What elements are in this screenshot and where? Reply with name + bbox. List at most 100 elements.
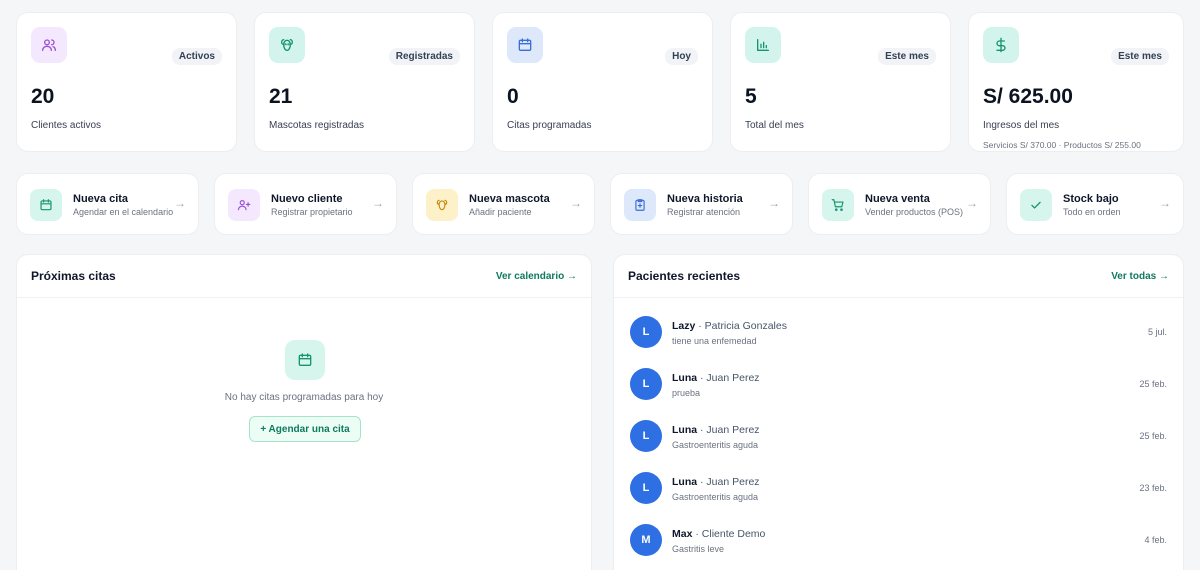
avatar: L [630,368,662,400]
user-plus-icon [228,189,260,221]
stat-label: Mascotas registradas [269,120,365,131]
status-badge: Este mes [878,48,936,65]
status-badge: Activos [171,48,222,65]
calendar-icon [30,189,62,221]
avatar: M [630,524,662,556]
pet-name: Luna [672,424,698,436]
action-title: Nueva venta [865,192,930,205]
stat-card-income: Este mes S/ 625.00 Ingresos del mes Serv… [968,12,1184,152]
action-description: Registrar propietario [271,206,353,217]
action-title: Nuevo cliente [271,192,343,205]
income-breakdown: Servicios S/ 370.00 · Productos S/ 255.0… [983,140,1141,150]
stat-card-appointments: Hoy 0 Citas programadas [492,12,713,152]
pet-name: Lazy [672,320,696,332]
action-description: Todo en orden [1063,206,1121,217]
recent-patients-panel: Pacientes recientes Ver todas → L Lazy ·… [613,254,1184,570]
schedule-appointment-button[interactable]: + Agendar una cita [249,416,361,442]
stat-value: 20 [31,85,55,108]
owner-name: · Patricia Gonzales [698,320,787,332]
users-icon [31,27,67,63]
list-item[interactable]: L Luna · Juan Perez prueba 25 feb. [614,364,1183,404]
arrow-right-icon: → [1159,196,1171,210]
patient-name-line: Luna · Juan Perez [672,476,760,488]
empty-state-text: No hay citas programadas para hoy [224,392,384,403]
patient-note: Gastritis leve [672,544,725,554]
list-item[interactable]: M Max · Cliente Demo Gastritis leve 4 fe… [614,520,1183,560]
patient-date: 23 feb. [1139,483,1167,493]
new-pet-button[interactable]: Nueva mascota Añadir paciente → [412,173,595,235]
calendar-icon [285,340,325,380]
avatar: L [630,472,662,504]
avatar: L [630,420,662,452]
pet-name: Max [672,528,693,540]
pet-name: Luna [672,476,698,488]
patient-name-line: Lazy · Patricia Gonzales [672,320,787,332]
low-stock-button[interactable]: Stock bajo Todo en orden → [1006,173,1184,235]
new-appointment-button[interactable]: Nueva cita Agendar en el calendario → [16,173,199,235]
view-all-link[interactable]: Ver todas → [1111,271,1169,282]
owner-name: · Juan Perez [700,424,760,436]
arrow-right-icon: → [768,196,780,210]
patient-date: 25 feb. [1139,379,1167,389]
action-title: Nueva mascota [469,192,550,205]
arrow-right-icon: → [570,196,582,210]
patient-note: Gastroenteritis aguda [672,440,759,450]
new-history-button[interactable]: Nueva historia Registrar atención → [610,173,793,235]
dollar-icon [983,27,1019,63]
patient-note: tiene una enfemedad [672,336,757,346]
stat-value: 0 [507,85,519,108]
patient-date: 5 jul. [1147,327,1167,337]
list-item[interactable]: L Luna · Juan Perez Gastroenteritis agud… [614,468,1183,508]
arrow-right-icon: → [174,196,186,210]
action-title: Stock bajo [1063,192,1119,205]
patient-name-line: Max · Cliente Demo [672,528,765,540]
patient-note: prueba [672,388,701,398]
panel-title: Pacientes recientes [628,269,741,283]
upcoming-appointments-panel: Próximas citas Ver calendario → No hay c… [16,254,592,570]
owner-name: · Juan Perez [700,476,760,488]
paw-icon [426,189,458,221]
list-item[interactable]: L Luna · Juan Perez Gastroenteritis agud… [614,416,1183,456]
new-sale-button[interactable]: Nueva venta Vender productos (POS) → [808,173,991,235]
stat-card-clients: Activos 20 Clientes activos [16,12,237,152]
status-badge: Este mes [1111,48,1169,65]
new-client-button[interactable]: Nuevo cliente Registrar propietario → [214,173,397,235]
stat-label: Clientes activos [31,120,102,131]
stat-value: 5 [745,85,757,108]
status-badge: Hoy [665,48,698,65]
arrow-right-icon: → [966,196,978,210]
action-description: Vender productos (POS) [865,206,964,217]
stat-card-pets: Registradas 21 Mascotas registradas [254,12,475,152]
action-description: Agendar en el calendario [73,206,174,217]
view-calendar-link[interactable]: Ver calendario → [496,271,577,282]
paw-icon [269,27,305,63]
calendar-icon [507,27,543,63]
pet-name: Luna [672,372,698,384]
owner-name: · Cliente Demo [695,528,766,540]
action-description: Registrar atención [667,206,741,217]
status-badge: Registradas [388,48,460,65]
action-title: Nueva historia [667,192,743,205]
stat-card-monthly-total: Este mes 5 Total del mes [730,12,951,152]
arrow-right-icon: → [372,196,384,210]
list-item[interactable]: L Lazy · Patricia Gonzales tiene una enf… [614,312,1183,352]
bar-chart-icon [745,27,781,63]
clipboard-plus-icon [624,189,656,221]
action-title: Nueva cita [73,192,129,205]
action-description: Añadir paciente [469,206,532,217]
patient-name-line: Luna · Juan Perez [672,424,760,436]
patient-name-line: Luna · Juan Perez [672,372,760,384]
check-icon [1020,189,1052,221]
cart-icon [822,189,854,221]
stat-value: 21 [269,85,293,108]
panel-title: Próximas citas [31,269,116,283]
patient-date: 4 feb. [1144,535,1167,545]
stat-label: Total del mes [745,120,804,131]
stat-label: Ingresos del mes [983,120,1060,131]
stat-value: S/ 625.00 [983,85,1073,108]
stat-label: Citas programadas [507,120,592,131]
owner-name: · Juan Perez [700,372,760,384]
avatar: L [630,316,662,348]
patient-date: 25 feb. [1139,431,1167,441]
patient-note: Gastroenteritis aguda [672,492,759,502]
